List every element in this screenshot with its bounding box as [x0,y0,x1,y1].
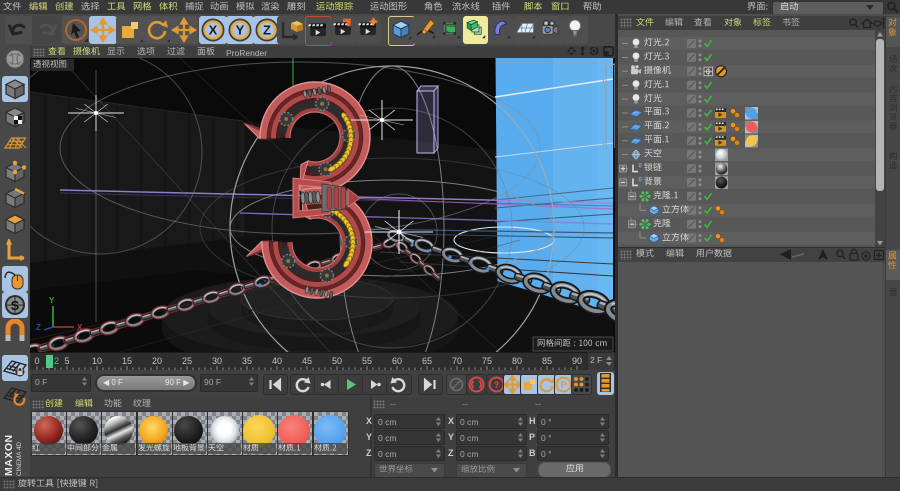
svg-text:65: 65 [422,356,432,366]
svg-text:X: X [77,323,83,332]
svg-text:80: 80 [512,356,522,366]
svg-text:Z: Z [263,23,271,38]
svg-text:50: 50 [332,356,342,366]
svg-text:S: S [11,298,20,313]
svg-text:45: 45 [302,356,312,366]
svg-text:30: 30 [212,356,222,366]
svg-text:10: 10 [92,356,102,366]
svg-text:55: 55 [362,356,372,366]
svg-text:CINEMA 4D: CINEMA 4D [16,442,23,476]
svg-text:Y: Y [49,296,55,305]
svg-text:MAXON: MAXON [3,434,15,476]
svg-text:25: 25 [182,356,192,366]
svg-text:90: 90 [572,356,582,366]
svg-text:60: 60 [392,356,402,366]
svg-text:35: 35 [242,356,252,366]
svg-text:Y: Y [236,23,245,38]
svg-text:?: ? [494,380,500,390]
svg-text:Z: Z [36,323,41,332]
svg-text:20: 20 [152,356,162,366]
svg-text:75: 75 [482,356,492,366]
svg-text:X: X [209,23,218,38]
svg-text:5: 5 [64,356,69,366]
svg-text:70: 70 [452,356,462,366]
svg-text:15: 15 [122,356,132,366]
svg-text:P: P [560,380,567,391]
svg-text:85: 85 [542,356,552,366]
svg-text:2: 2 [54,356,59,366]
svg-text:40: 40 [272,356,282,366]
svg-text:0: 0 [34,356,39,366]
